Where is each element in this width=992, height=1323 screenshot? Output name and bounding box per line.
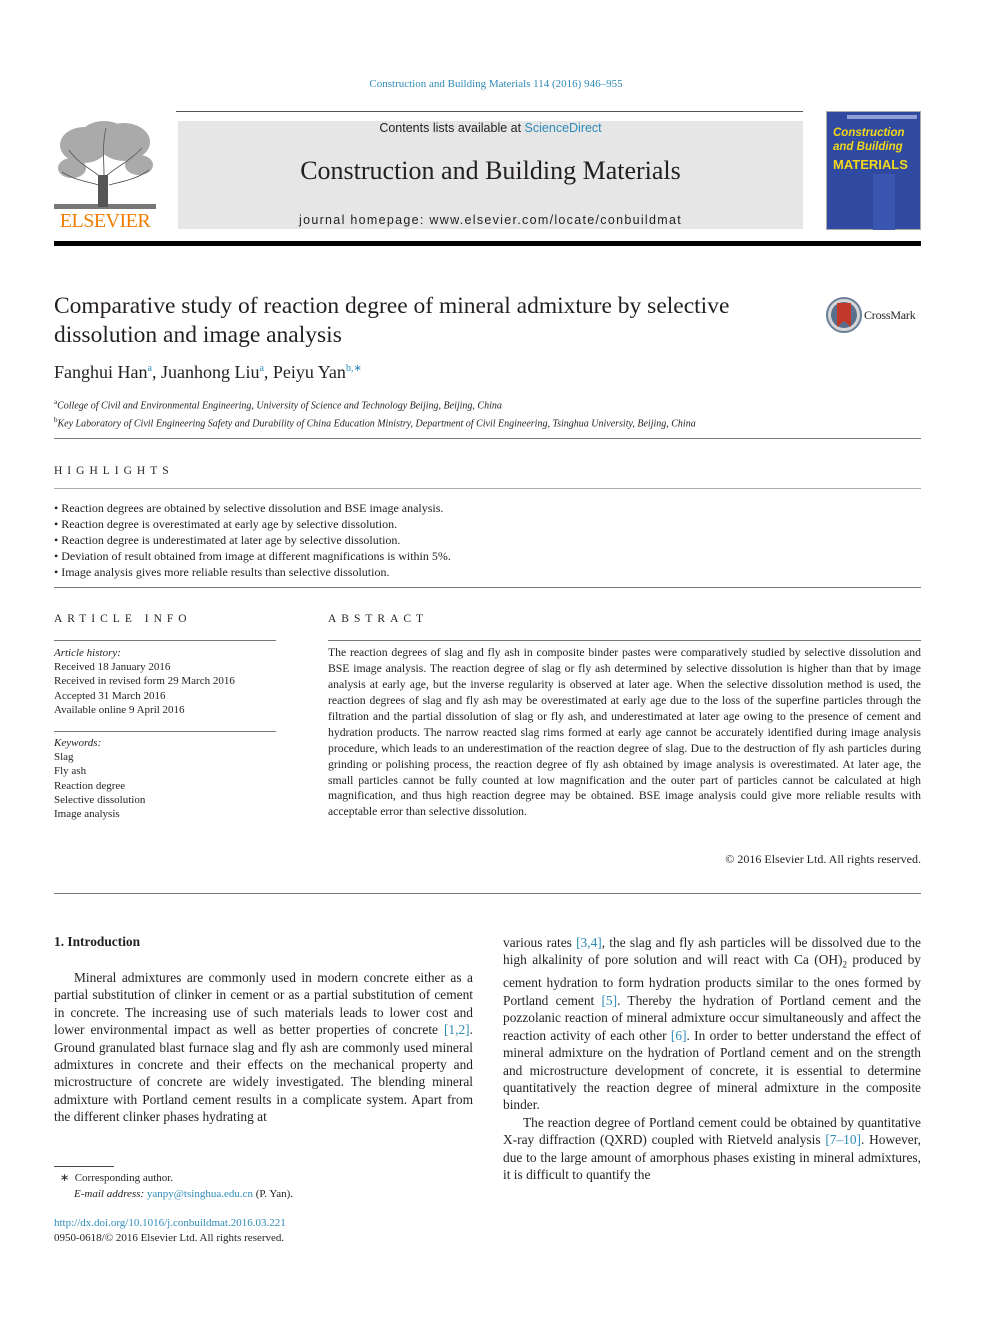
elsevier-tree-icon <box>54 120 156 210</box>
journal-cover[interactable]: Construction and Building MATERIALS <box>826 111 921 230</box>
abstract-heading: ABSTRACT <box>328 613 429 625</box>
highlight-item: Image analysis gives more reliable resul… <box>54 564 451 580</box>
highlight-item: Reaction degree is underestimated at lat… <box>54 532 451 548</box>
citation-link[interactable]: [7–10] <box>825 1132 861 1147</box>
divider <box>54 587 921 588</box>
sciencedirect-link[interactable]: ScienceDirect <box>525 121 602 135</box>
divider <box>54 893 921 894</box>
article-info-heading: ARTICLE INFO <box>54 613 192 625</box>
history-entry: Received in revised form 29 March 2016 <box>54 675 235 688</box>
author-affil-mark[interactable]: a <box>148 363 152 374</box>
author-name[interactable]: Peiyu Yan <box>273 362 346 382</box>
crossmark-icon <box>826 297 862 333</box>
citation-link[interactable]: [3,4] <box>576 935 602 950</box>
author-list: Fanghui Hana, Juanhong Liua, Peiyu Yanb,… <box>54 362 362 382</box>
citation-link[interactable]: [5] <box>601 993 617 1008</box>
divider <box>328 640 921 641</box>
elsevier-wordmark: ELSEVIER <box>59 210 151 232</box>
crossmark-label: CrossMark <box>864 308 916 322</box>
citation-link[interactable]: [6] <box>671 1028 687 1043</box>
author-affil-mark[interactable]: b,∗ <box>346 363 362 374</box>
cover-bar <box>847 115 917 119</box>
journal-homepage[interactable]: journal homepage: www.elsevier.com/locat… <box>178 213 803 227</box>
elsevier-logo: ELSEVIER <box>54 120 156 234</box>
section-heading: 1. Introduction <box>54 934 141 949</box>
keyword: Fly ash <box>54 765 87 778</box>
doi-link[interactable]: http://dx.doi.org/10.1016/j.conbuildmat.… <box>54 1216 286 1231</box>
history-entry: Accepted 31 March 2016 <box>54 689 166 702</box>
keyword: Selective dissolution <box>54 793 146 806</box>
journal-reference[interactable]: Construction and Building Materials 114 … <box>0 78 992 90</box>
divider <box>54 488 921 489</box>
doi-block: http://dx.doi.org/10.1016/j.conbuildmat.… <box>54 1216 286 1246</box>
contents-line: Contents lists available at ScienceDirec… <box>379 121 602 135</box>
paragraph: various rates [3,4], the slag and fly as… <box>503 935 921 1113</box>
highlights-heading: HIGHLIGHTS <box>54 465 174 477</box>
footnote: ∗ Corresponding author. E-mail address: … <box>60 1172 294 1200</box>
journal-title: Construction and Building Materials <box>300 156 681 185</box>
highlight-item: Reaction degrees are obtained by selecti… <box>54 500 451 516</box>
history-entry: Received 18 January 2016 <box>54 661 171 674</box>
header-thick-rule <box>54 241 921 246</box>
keywords: Keywords: Slag Fly ash Reaction degree S… <box>54 737 146 821</box>
crossmark-badge[interactable]: CrossMark <box>826 297 936 335</box>
footnote-rule <box>54 1166 114 1167</box>
article-history: Article history: Received 18 January 201… <box>54 646 279 717</box>
highlight-item: Reaction degree is overestimated at earl… <box>54 516 451 532</box>
keyword: Reaction degree <box>54 779 126 792</box>
author-name[interactable]: Fanghui Han <box>54 362 148 382</box>
history-entry: Available online 9 April 2016 <box>54 703 185 716</box>
email-link[interactable]: yanpy@tsinghua.edu.cn <box>147 1188 253 1200</box>
divider <box>54 731 276 732</box>
highlight-item: Deviation of result obtained from image … <box>54 548 451 564</box>
highlights-list: Reaction degrees are obtained by selecti… <box>54 500 451 580</box>
author-name[interactable]: Juanhong Liu <box>161 362 260 382</box>
citation-link[interactable]: [1,2] <box>444 1022 470 1037</box>
affiliation: aCollege of Civil and Environmental Engi… <box>54 398 502 412</box>
header-rule <box>176 111 803 112</box>
article-title: Comparative study of reaction degree of … <box>54 293 730 348</box>
cover-strip <box>873 174 895 230</box>
keyword: Slag <box>54 751 74 764</box>
body-column-right: various rates [3,4], the slag and fly as… <box>503 934 921 1183</box>
divider <box>54 438 921 439</box>
abstract-text: The reaction degrees of slag and fly ash… <box>328 646 921 819</box>
paragraph: The reaction degree of Portland cement c… <box>503 1114 921 1182</box>
body-column-left: Mineral admixtures are commonly used in … <box>54 969 473 1126</box>
affiliations: aCollege of Civil and Environmental Engi… <box>54 395 696 432</box>
divider <box>54 640 276 641</box>
author-affil-mark[interactable]: a <box>259 363 263 374</box>
keyword: Image analysis <box>54 808 120 821</box>
affiliation: bKey Laboratory of Civil Engineering Saf… <box>54 416 696 430</box>
issn-line: 0950-0618/© 2016 Elsevier Ltd. All right… <box>54 1232 285 1244</box>
abstract-copyright: © 2016 Elsevier Ltd. All rights reserved… <box>725 852 921 866</box>
paragraph: Mineral admixtures are commonly used in … <box>54 970 473 1125</box>
